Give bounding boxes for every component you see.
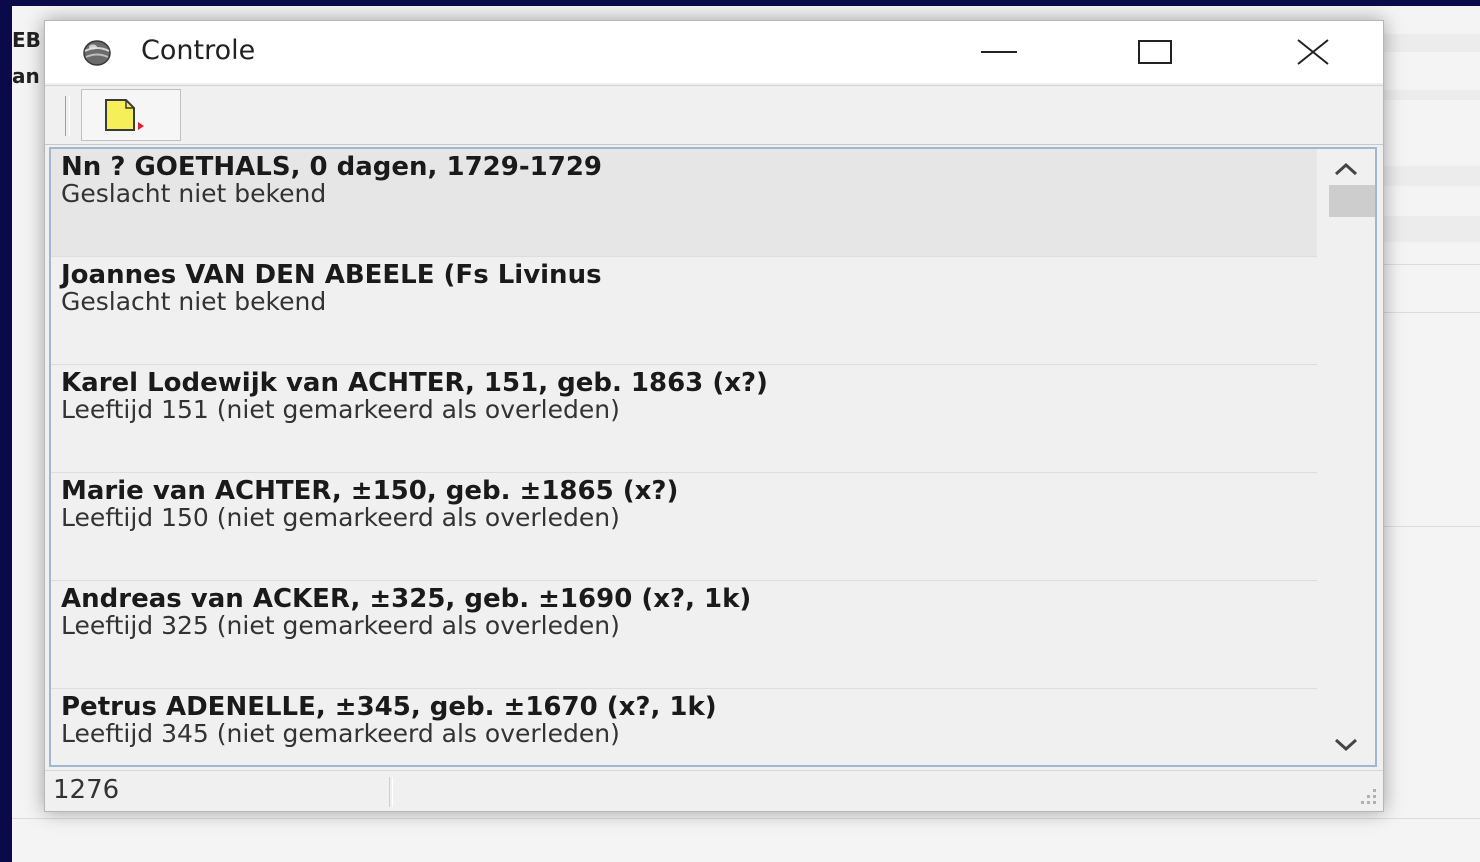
resize-grip-icon[interactable] (1355, 783, 1379, 807)
item-subtitle: Leeftijd 150 (niet gemarkeerd als overle… (61, 503, 620, 532)
item-subtitle: Geslacht niet bekend (61, 179, 327, 208)
background-divider (1382, 264, 1480, 265)
item-title: Joannes VAN DEN ABEELE (Fs Livinus (61, 260, 602, 290)
toolbar (45, 85, 1383, 145)
maximize-button[interactable] (1115, 21, 1195, 83)
close-button[interactable] (1273, 21, 1353, 83)
background-divider (1382, 312, 1480, 313)
window-title: Controle (141, 35, 256, 66)
background-divider (12, 818, 1480, 819)
minimize-button[interactable] (959, 21, 1039, 83)
item-title: Marie van ACHTER, ±150, geb. ±1865 (x?) (61, 476, 679, 506)
export-button[interactable] (81, 89, 181, 141)
background-band (1382, 166, 1480, 186)
background-text-fragment: an (12, 64, 40, 88)
maximize-icon (1138, 40, 1172, 64)
background-band (1382, 216, 1480, 242)
minimize-icon (981, 51, 1017, 53)
status-separator (389, 777, 393, 807)
background-divider (1382, 526, 1480, 527)
close-icon (1297, 39, 1329, 65)
item-title: Petrus ADENELLE, ±345, geb. ±1670 (x?, 1… (61, 692, 717, 722)
vertical-scrollbar[interactable] (1317, 149, 1375, 765)
scrollbar-thumb[interactable] (1329, 185, 1375, 217)
item-title: Nn ? GOETHALS, 0 dagen, 1729-1729 (61, 152, 602, 182)
scroll-up-button[interactable] (1317, 151, 1375, 187)
background-band (1382, 90, 1480, 100)
check-results-list: Nn ? GOETHALS, 0 dagen, 1729-1729 Geslac… (49, 147, 1377, 767)
title-bar[interactable]: Controle (45, 21, 1383, 83)
background-text-fragment: EB (12, 28, 41, 52)
item-title: Andreas van ACKER, ±325, geb. ±1690 (x?,… (61, 584, 752, 614)
desktop-screen: EB an Controle Nn ? GOETHALS, 0 dagen, 1… (12, 6, 1480, 862)
background-band (1382, 34, 1480, 52)
record-count: 1276 (53, 775, 120, 805)
item-subtitle: Geslacht niet bekend (61, 287, 327, 316)
list-item[interactable]: Petrus ADENELLE, ±345, geb. ±1670 (x?, 1… (51, 689, 1317, 765)
list-item[interactable]: Karel Lodewijk van ACHTER, 151, geb. 186… (51, 365, 1317, 473)
list-item[interactable]: Andreas van ACKER, ±325, geb. ±1690 (x?,… (51, 581, 1317, 689)
list-viewport: Nn ? GOETHALS, 0 dagen, 1729-1729 Geslac… (51, 149, 1317, 765)
globe-icon (83, 40, 111, 66)
toolbar-grip[interactable] (65, 96, 70, 136)
controle-window: Controle Nn ? GOETHALS, 0 dagen, 1729-17… (44, 20, 1384, 812)
list-item[interactable]: Joannes VAN DEN ABEELE (Fs Livinus Gesla… (51, 257, 1317, 365)
export-document-icon (105, 99, 144, 131)
status-bar: 1276 (45, 770, 1383, 811)
list-item[interactable]: Nn ? GOETHALS, 0 dagen, 1729-1729 Geslac… (51, 149, 1317, 257)
item-subtitle: Leeftijd 345 (niet gemarkeerd als overle… (61, 719, 620, 748)
list-item[interactable]: Marie van ACHTER, ±150, geb. ±1865 (x?) … (51, 473, 1317, 581)
item-subtitle: Leeftijd 151 (niet gemarkeerd als overle… (61, 395, 620, 424)
scroll-down-button[interactable] (1317, 727, 1375, 763)
item-subtitle: Leeftijd 325 (niet gemarkeerd als overle… (61, 611, 620, 640)
item-title: Karel Lodewijk van ACHTER, 151, geb. 186… (61, 368, 768, 398)
chevron-up-icon (1334, 162, 1358, 176)
chevron-down-icon (1334, 738, 1358, 752)
